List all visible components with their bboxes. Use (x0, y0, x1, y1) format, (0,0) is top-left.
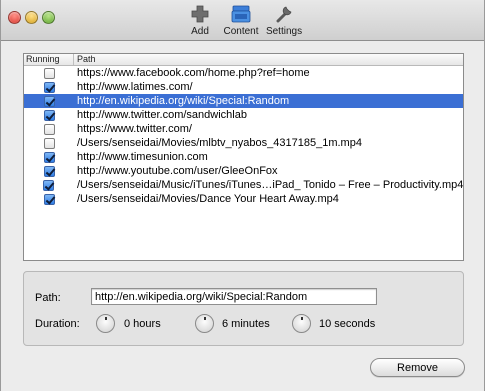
table-row[interactable]: /Users/senseidai/Music/iTunes/iTunes…iPa… (24, 178, 463, 192)
table-row[interactable]: https://www.facebook.com/home.php?ref=ho… (24, 66, 463, 80)
detail-panel: Path: http://en.wikipedia.org/wiki/Speci… (23, 271, 464, 346)
running-checkbox[interactable] (43, 165, 55, 177)
running-cell (24, 179, 74, 191)
duration-label: Duration: (35, 318, 80, 330)
settings-label: Settings (265, 26, 303, 37)
path-cell: http://www.youtube.com/user/GleeOnFox (77, 165, 278, 177)
running-checkbox[interactable] (43, 193, 55, 205)
path-label: Path: (35, 292, 61, 304)
add-label: Add (191, 26, 209, 37)
table-row[interactable]: http://www.timesunion.com (24, 150, 463, 164)
zoom-window-button[interactable] (42, 11, 55, 24)
table-header: Running Path (24, 54, 463, 66)
running-checkbox[interactable] (43, 123, 55, 135)
remove-button[interactable]: Remove (370, 358, 465, 377)
table-row[interactable]: https://www.twitter.com/ (24, 122, 463, 136)
hours-label: 0 hours (124, 318, 161, 330)
content-label: Content (223, 26, 259, 37)
content-button[interactable]: Content (220, 3, 262, 37)
running-cell (24, 67, 74, 79)
path-field[interactable]: http://en.wikipedia.org/wiki/Special:Ran… (91, 288, 377, 305)
table-row[interactable]: http://www.latimes.com/ (24, 80, 463, 94)
window-controls (8, 11, 55, 24)
column-header-path[interactable]: Path (74, 54, 463, 65)
running-checkbox[interactable] (43, 67, 55, 79)
running-checkbox[interactable] (43, 95, 55, 107)
running-checkbox[interactable] (43, 109, 55, 121)
path-cell: http://www.twitter.com/sandwichlab (77, 109, 247, 121)
path-cell: /Users/senseidai/Movies/Dance Your Heart… (77, 193, 339, 205)
running-checkbox[interactable] (43, 179, 55, 191)
app-window: Add Content Settings Running Path https:… (0, 0, 485, 391)
running-checkbox[interactable] (43, 151, 55, 163)
path-cell: http://www.timesunion.com (77, 151, 208, 163)
hours-dial[interactable] (96, 314, 115, 333)
path-cell: /Users/senseidai/Movies/mlbtv_nyabos_431… (77, 137, 362, 149)
table-row[interactable]: http://www.twitter.com/sandwichlab (24, 108, 463, 122)
minutes-label: 6 minutes (222, 318, 270, 330)
column-header-running[interactable]: Running (24, 54, 74, 65)
path-cell: https://www.facebook.com/home.php?ref=ho… (77, 67, 310, 79)
table-row[interactable]: http://www.youtube.com/user/GleeOnFox (24, 164, 463, 178)
path-cell: https://www.twitter.com/ (77, 123, 192, 135)
add-plus-icon (191, 3, 209, 25)
toolbar-buttons: Add Content Settings (186, 3, 302, 37)
running-cell (24, 137, 74, 149)
running-cell (24, 81, 74, 93)
path-cell: /Users/senseidai/Music/iTunes/iTunes…iPa… (76, 179, 463, 191)
items-table[interactable]: Running Path https://www.facebook.com/ho… (23, 53, 464, 261)
table-body: https://www.facebook.com/home.php?ref=ho… (24, 66, 463, 206)
running-cell (24, 165, 74, 177)
running-cell (24, 123, 74, 135)
running-cell (24, 151, 74, 163)
minutes-dial[interactable] (195, 314, 214, 333)
minimize-window-button[interactable] (25, 11, 38, 24)
table-row[interactable]: /Users/senseidai/Movies/mlbtv_nyabos_431… (24, 136, 463, 150)
close-window-button[interactable] (8, 11, 21, 24)
running-cell (24, 193, 74, 205)
seconds-label: 10 seconds (319, 318, 376, 330)
running-checkbox[interactable] (43, 81, 55, 93)
settings-button[interactable]: Settings (266, 3, 302, 37)
running-checkbox[interactable] (43, 137, 55, 149)
wrench-settings-icon (275, 3, 293, 25)
running-cell (24, 95, 74, 107)
path-cell: http://www.latimes.com/ (77, 81, 193, 93)
content-tray-icon (231, 3, 251, 25)
toolbar: Add Content Settings (1, 0, 484, 41)
table-row[interactable]: /Users/senseidai/Movies/Dance Your Heart… (24, 192, 463, 206)
seconds-dial[interactable] (292, 314, 311, 333)
path-cell: http://en.wikipedia.org/wiki/Special:Ran… (77, 95, 290, 107)
running-cell (24, 109, 74, 121)
table-row[interactable]: http://en.wikipedia.org/wiki/Special:Ran… (24, 94, 463, 108)
add-button[interactable]: Add (186, 3, 214, 37)
